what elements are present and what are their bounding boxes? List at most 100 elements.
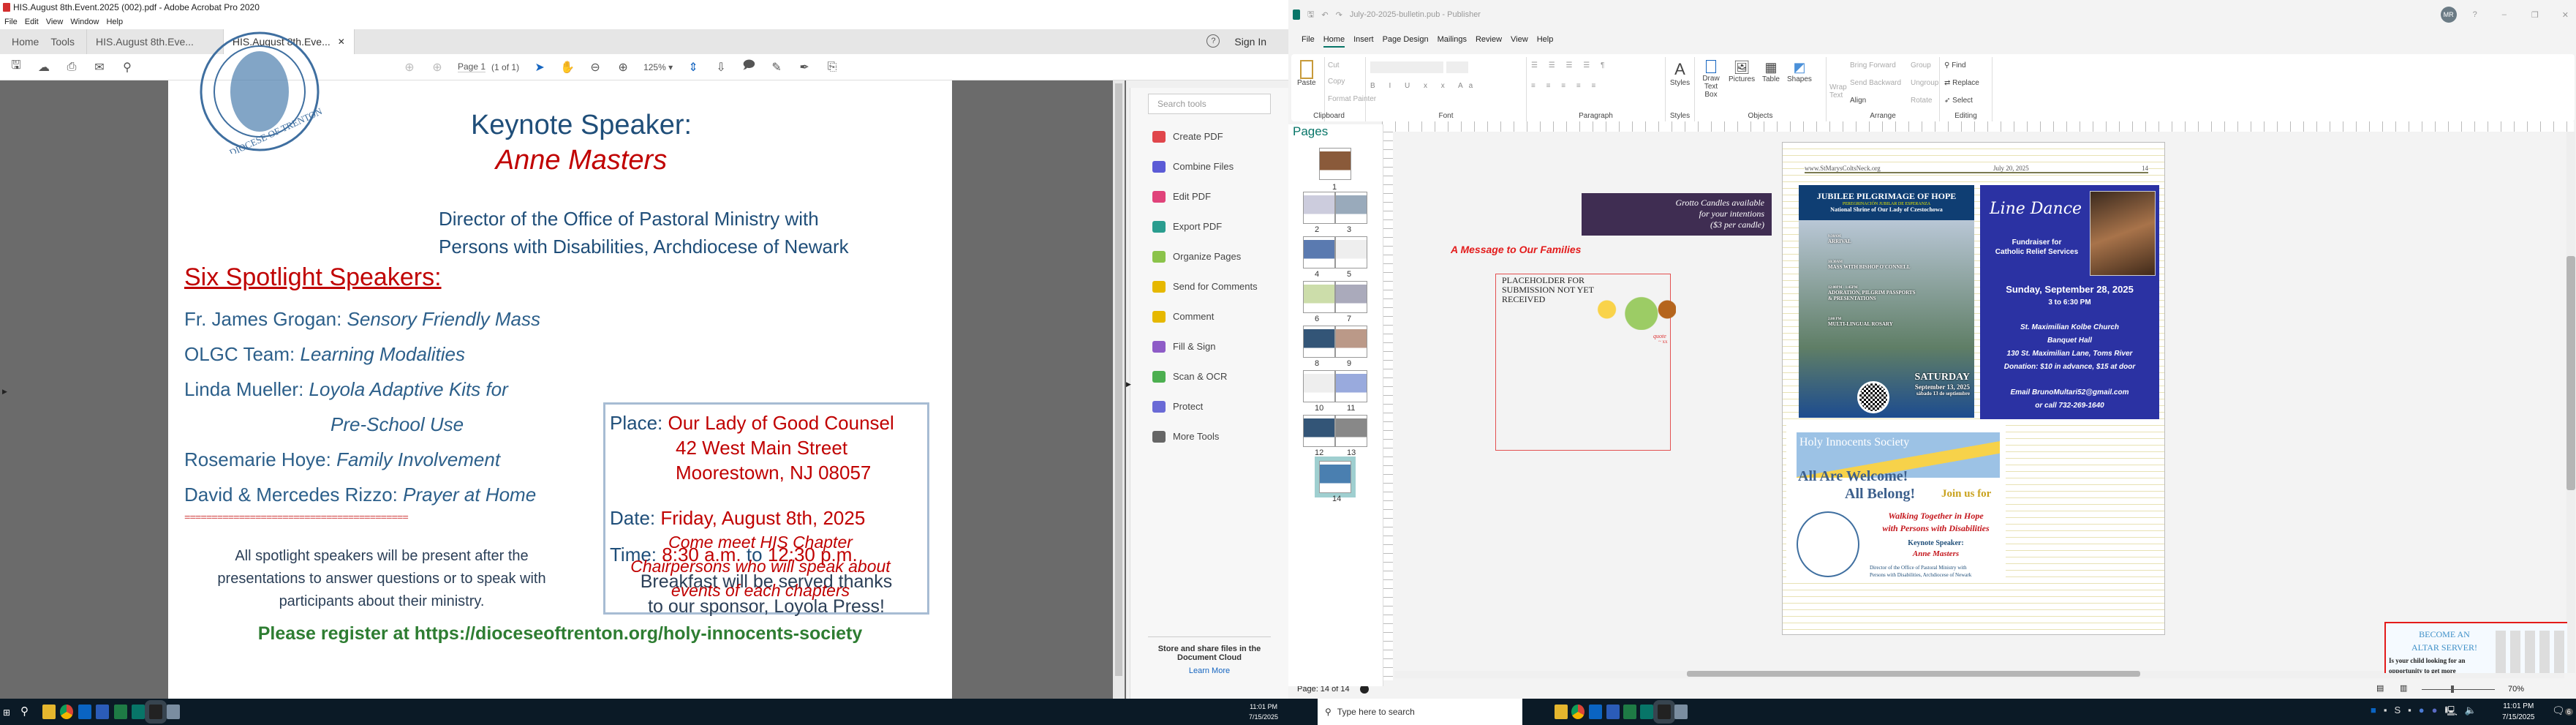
tool-edit-pdf[interactable]: Edit PDF [1130, 181, 1288, 211]
outlook-tray-icon[interactable]: ■ [2371, 705, 2376, 721]
highlight-icon[interactable]: ✎ [769, 60, 784, 75]
vpn-icon[interactable]: ● [2432, 705, 2438, 721]
scrolling-mode-icon[interactable]: ⇩ [714, 60, 728, 75]
shapes-button[interactable]: ◩ Shapes [1787, 60, 1812, 83]
tool-comment[interactable]: Comment [1130, 301, 1288, 331]
message-title[interactable]: A Message to Our Families [1451, 244, 1581, 255]
printer-tray-icon[interactable]: ▪ [2408, 705, 2411, 721]
tool-export-pdf[interactable]: Export PDF [1130, 211, 1288, 241]
acrobat-icon[interactable] [1653, 700, 1675, 724]
grotto-candles-box[interactable]: Grotto Candles available for your intenti… [1582, 193, 1772, 236]
sync-icon[interactable]: S [2394, 705, 2401, 721]
left-clock[interactable]: 11:01 PM 7/15/2025 [1249, 702, 1278, 722]
tool-more-tools[interactable]: More Tools [1130, 421, 1288, 451]
sign-icon[interactable]: ✒ [797, 60, 812, 75]
clock[interactable]: 11:01 PM 7/15/2025 [2502, 701, 2535, 723]
tools-pane-collapse-icon[interactable]: ▶ [1126, 380, 1131, 388]
bring-forward-button[interactable]: Bring Forward [1850, 61, 1896, 70]
page-thumbnail[interactable] [1319, 148, 1351, 180]
file-explorer-icon[interactable] [42, 705, 56, 719]
upload-cloud-icon[interactable]: ☁ [37, 60, 51, 75]
styles-button[interactable]: A Styles [1666, 57, 1694, 87]
taskbar-search-box[interactable]: ⚲ Type here to search [1318, 699, 1522, 725]
undo-icon[interactable]: ↶ [1321, 10, 1328, 20]
menu-insert[interactable]: Insert [1353, 35, 1374, 48]
holy-innocents-ad[interactable]: Holy Innocents Society All Are Welcome! A… [1786, 421, 2006, 582]
tab-home[interactable]: Home [0, 29, 45, 54]
search-tools-input[interactable]: Search tools [1148, 94, 1271, 114]
tool-fill-sign[interactable]: Fill & Sign [1130, 331, 1288, 361]
table-button[interactable]: ▦ Table [1762, 60, 1780, 83]
publisher-icon[interactable] [132, 705, 145, 719]
menu-view[interactable]: View [46, 18, 64, 26]
fit-page-icon[interactable]: ⇕ [686, 60, 700, 75]
restore-icon[interactable]: ❐ [2531, 10, 2539, 20]
replace-button[interactable]: ⇄ Replace [1944, 79, 1979, 87]
outlook-icon[interactable] [1589, 705, 1602, 719]
search-icon[interactable]: ⚲ [20, 705, 29, 718]
user-avatar[interactable]: MR [2440, 7, 2457, 23]
previous-page-icon[interactable]: ⊕ [402, 60, 417, 75]
cut-button[interactable]: Cut [1328, 61, 1340, 70]
menu-help[interactable]: Help [106, 18, 123, 26]
minimize-icon[interactable]: – [2502, 10, 2507, 19]
page-thumbnail[interactable] [1315, 457, 1356, 497]
font-format-buttons[interactable]: B I U x x Aa [1370, 82, 1478, 90]
calculator-icon[interactable] [167, 705, 180, 719]
page-thumbnail[interactable] [1335, 281, 1367, 313]
next-page-icon[interactable]: ⊕ [430, 60, 445, 75]
page-thumbnail[interactable] [1303, 236, 1335, 268]
menu-mailings[interactable]: Mailings [1438, 35, 1467, 48]
select-button[interactable]: ➶ Select [1944, 97, 1973, 105]
help-icon[interactable]: ? [2473, 10, 2477, 19]
line-dance-flyer[interactable]: Line Dance Fundraiser for Catholic Relief… [1980, 185, 2159, 419]
find-button[interactable]: ⚲ Find [1944, 61, 1966, 70]
publisher-icon[interactable] [1640, 705, 1653, 719]
email-icon[interactable]: ✉ [92, 60, 107, 75]
close-tab-icon[interactable]: ✕ [338, 37, 345, 47]
redo-icon[interactable]: ↷ [1336, 10, 1342, 20]
excel-icon[interactable] [1623, 705, 1636, 719]
paste-button[interactable]: Paste [1297, 60, 1316, 87]
word-icon[interactable] [96, 705, 109, 719]
group-button[interactable]: Group [1911, 61, 1931, 70]
tab-tools[interactable]: Tools [45, 29, 88, 54]
wrap-text-button[interactable]: Wrap Text [1829, 83, 1847, 99]
registration-link[interactable]: Please register at https://dioceseoftren… [168, 623, 952, 645]
page-thumbnail[interactable] [1335, 236, 1367, 268]
menu-file[interactable]: File [1302, 35, 1315, 48]
zoom-out-icon[interactable]: ⊖ [588, 60, 603, 75]
word-icon[interactable] [1606, 705, 1620, 719]
usb-icon[interactable]: ▪ [2384, 705, 2387, 721]
jubilee-pilgrimage-flyer[interactable]: JUBILEE PILGRIMAGE OF HOPE PEREGRINACIÓN… [1799, 185, 1974, 418]
chrome-icon[interactable] [60, 705, 73, 719]
excel-icon[interactable] [114, 705, 127, 719]
page-thumbnail[interactable] [1303, 326, 1335, 358]
placeholder-text-box[interactable]: PLACEHOLDER FOR SUBMISSION NOT YET RECEI… [1495, 274, 1676, 451]
comment-icon[interactable]: 🗩 [741, 59, 756, 75]
rotate-button[interactable]: Rotate [1911, 97, 1932, 105]
page-thumbnail[interactable] [1303, 192, 1335, 224]
page-thumbnail[interactable] [1335, 192, 1367, 224]
hand-tool-icon[interactable]: ✋ [560, 60, 575, 75]
tool-scan-ocr[interactable]: Scan & OCR [1130, 361, 1288, 391]
zoom-level[interactable]: 70% [2508, 685, 2524, 694]
tool-send-for-comments[interactable]: Send for Comments [1130, 271, 1288, 301]
close-icon[interactable]: ✕ [2562, 10, 2569, 20]
menu-window[interactable]: Window [70, 18, 99, 26]
acrobat-icon[interactable] [145, 700, 167, 724]
page-thumbnail[interactable] [1335, 370, 1367, 402]
edit-pdf-icon[interactable]: ⎘ [825, 60, 839, 75]
notification-center-button[interactable]: 🗨 6 [2552, 705, 2573, 717]
outlook-icon[interactable] [78, 705, 91, 719]
zoom-slider[interactable] [2422, 685, 2495, 693]
tool-protect[interactable]: Protect [1130, 391, 1288, 421]
search-icon[interactable]: ⚲ [120, 60, 135, 75]
font-size-dropdown[interactable] [1446, 61, 1468, 73]
volume-icon[interactable]: 🔈 [2465, 705, 2477, 721]
print-icon[interactable]: ⎙ [64, 60, 79, 75]
two-page-view-icon[interactable]: ▥ [2400, 683, 2407, 693]
save-icon[interactable]: 🖫 [1307, 8, 1314, 22]
file-explorer-icon[interactable] [1555, 705, 1568, 719]
grammarly-icon[interactable]: ● [2419, 705, 2425, 721]
